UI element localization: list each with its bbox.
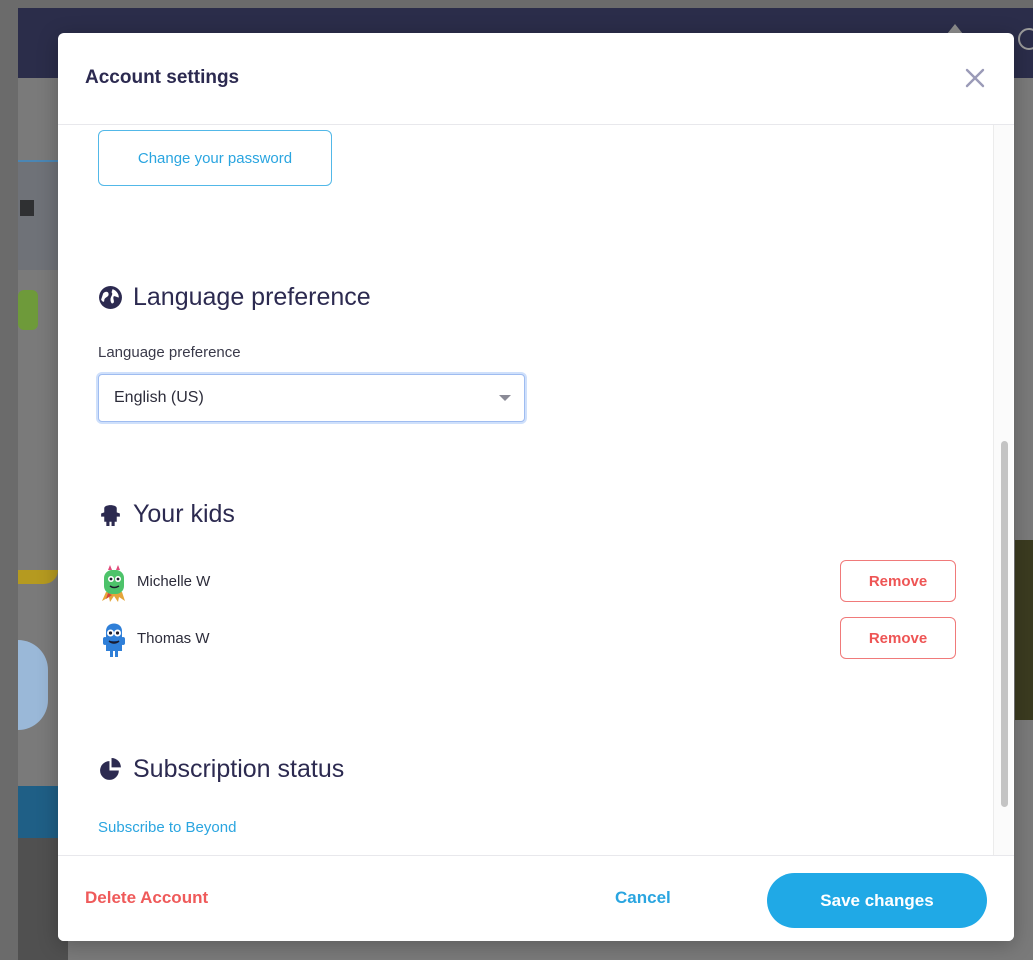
background-character [18,290,38,330]
subscription-section-heading: Subscription status [98,755,344,784]
delete-account-button[interactable]: Delete Account [85,888,208,908]
remove-kid-button[interactable]: Remove [840,617,956,659]
globe-icon [99,286,122,309]
change-password-button[interactable]: Change your password [98,130,332,186]
language-field-label: Language preference [98,344,241,361]
background-home-icon [20,200,34,216]
subscribe-link[interactable]: Subscribe to Beyond [98,819,236,836]
modal-body: Change your password Language preference… [58,125,994,855]
modal-header: Account settings [58,33,1014,125]
kids-heading-text: Your kids [133,500,235,528]
background-help-icon [1018,28,1033,50]
chevron-down-icon [499,395,511,401]
kid-name: Thomas W [137,630,210,647]
scrollbar-thumb[interactable] [1001,441,1008,807]
language-heading-text: Language preference [133,283,371,311]
green-monster-avatar [102,565,125,602]
kids-section-heading: Your kids [98,500,235,529]
remove-kid-button[interactable]: Remove [840,560,956,602]
subscription-heading-text: Subscription status [133,755,345,783]
language-section-heading: Language preference [98,283,371,312]
cancel-button[interactable]: Cancel [615,888,671,908]
monster-icon [101,505,120,526]
language-select-value: English (US) [114,389,204,406]
account-settings-modal: Account settings Change your password La… [58,33,1014,941]
blue-monster-avatar [103,623,125,657]
kid-row: Michelle W Remove [98,560,956,604]
pie-chart-icon [100,758,121,780]
kid-row: Thomas W Remove [98,617,956,661]
close-icon[interactable] [964,67,986,89]
modal-footer: Delete Account Cancel Save changes [58,855,1014,941]
kid-name: Michelle W [137,573,211,590]
modal-title: Account settings [85,67,240,88]
save-changes-button[interactable]: Save changes [767,873,987,928]
background-right-panel [1015,540,1033,720]
language-select[interactable]: English (US) [98,374,525,422]
